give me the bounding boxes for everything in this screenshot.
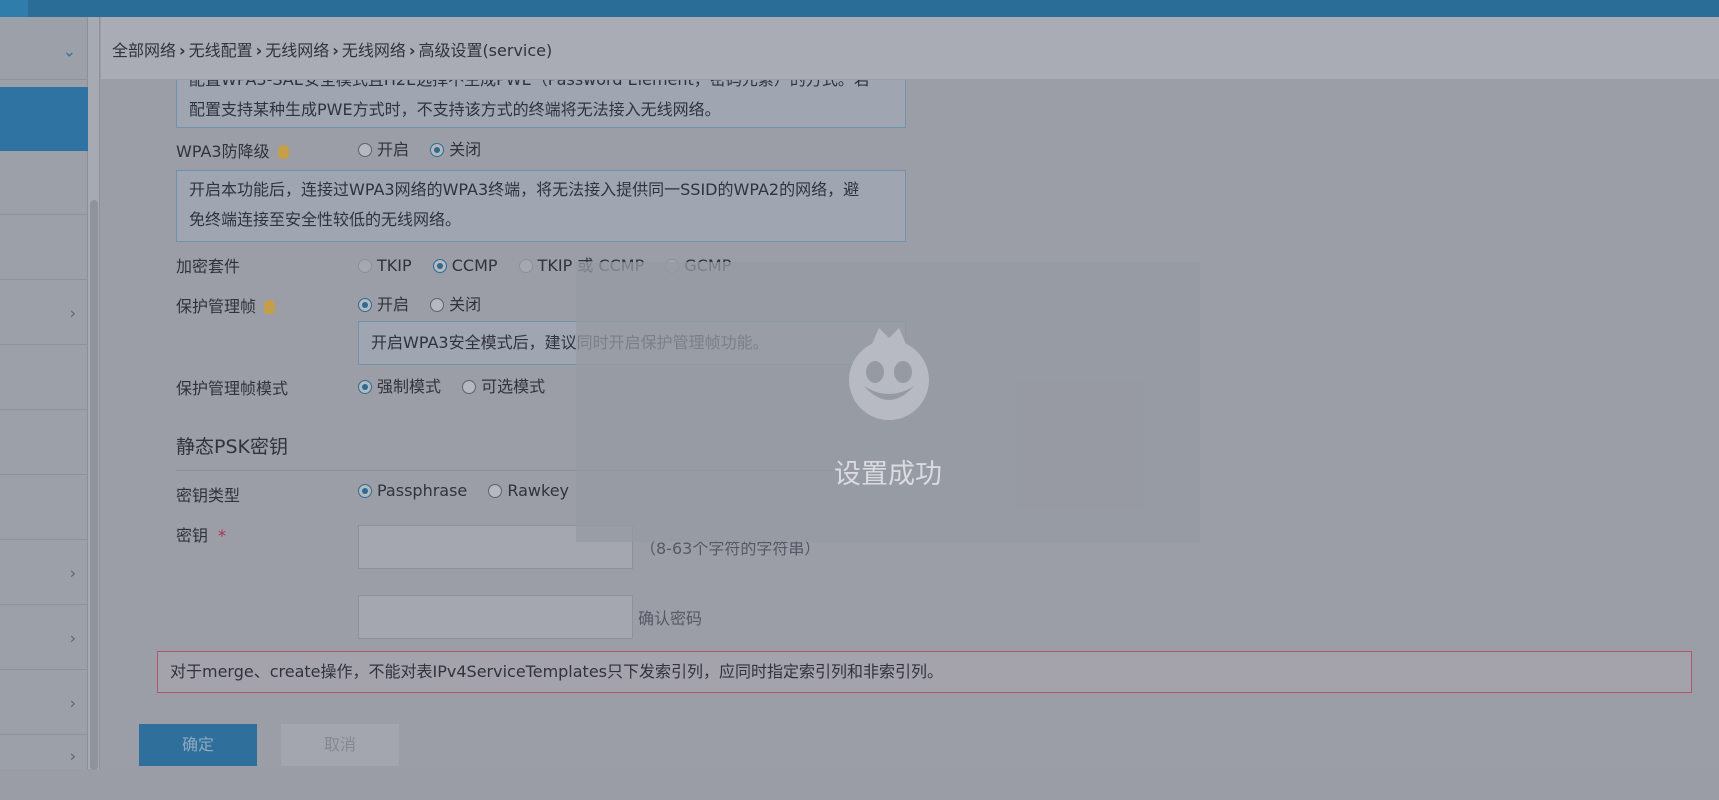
breadcrumb-item-current: 高级设置(service): [418, 41, 553, 60]
key-type-rawkey-radio[interactable]: Rawkey: [488, 481, 569, 500]
chevron-down-icon: ⌄: [62, 41, 76, 60]
wpa3-downgrade-on-radio[interactable]: 开启: [358, 136, 409, 160]
key-label: 密钥 *: [176, 522, 226, 546]
radio-label: 关闭: [449, 140, 482, 159]
chevron-right-icon: ›: [69, 628, 76, 647]
chevron-right-icon: ›: [69, 563, 76, 582]
chevron-right-icon: ›: [332, 41, 339, 60]
lightbulb-icon[interactable]: [264, 300, 276, 314]
sidebar-item-6[interactable]: [0, 411, 88, 475]
breadcrumb-item[interactable]: 无线网络: [342, 41, 406, 60]
error-message: 对于merge、create操作，不能对表IPv4ServiceTemplate…: [157, 651, 1692, 693]
pmf-label-text: 保护管理帧: [176, 297, 257, 316]
sidebar-item-0[interactable]: ⌄: [0, 22, 88, 80]
wpa3-note-line1: 开启本功能后，连接过WPA3网络的WPA3终端，将无法接入提供同一SSID的WP…: [189, 180, 860, 199]
sidebar-item-5[interactable]: [0, 346, 88, 410]
toast-message: 设置成功: [834, 459, 942, 490]
radio-label: Rawkey: [507, 481, 570, 500]
radio-label: 可选模式: [481, 377, 546, 396]
radio-label: Passphrase: [377, 481, 468, 500]
radio-label: 关闭: [449, 295, 482, 314]
success-toast: 设置成功: [576, 262, 1200, 542]
breadcrumb-bar: 全部网络 › 无线配置 › 无线网络 › 无线网络 › 高级设置(service): [101, 17, 1719, 80]
sidebar-scrollbar-thumb[interactable]: [90, 200, 98, 770]
radio-circle[interactable]: [430, 143, 445, 157]
chevron-right-icon: ›: [69, 693, 76, 712]
key-type-radios: Passphrase Rawkey: [358, 481, 585, 500]
sidebar-item-active[interactable]: [0, 87, 88, 151]
top-bar-logo: [0, 0, 28, 17]
sidebar-item-11[interactable]: ›: [0, 736, 88, 800]
radio-label: 开启: [377, 140, 410, 159]
lightbulb-icon[interactable]: [277, 145, 289, 159]
pmf-mode-optional-radio[interactable]: 可选模式: [462, 373, 545, 397]
cancel-button[interactable]: 取消: [281, 724, 399, 766]
sidebar-item-8[interactable]: ›: [0, 541, 88, 605]
chevron-right-icon: ›: [408, 41, 416, 60]
pmf-radios: 开启 关闭: [358, 291, 497, 315]
radio-circle[interactable]: [358, 380, 372, 394]
top-bar: [0, 0, 1719, 17]
wpa3-downgrade-label-text: WPA3防降级: [176, 142, 270, 161]
pmf-off-radio[interactable]: 关闭: [430, 291, 481, 315]
chevron-right-icon: ›: [255, 41, 263, 60]
wpa3-downgrade-off-radio[interactable]: 关闭: [430, 136, 481, 160]
cipher-ccmp-radio[interactable]: CCMP: [432, 256, 498, 275]
sidebar-item-7[interactable]: [0, 476, 88, 540]
key-type-passphrase-radio[interactable]: Passphrase: [358, 481, 467, 500]
wpa3-downgrade-radios: 开启 关闭: [358, 136, 497, 160]
chevron-right-icon: ›: [179, 41, 186, 60]
cipher-tkip-radio[interactable]: TKIP: [358, 256, 412, 275]
pmf-label: 保护管理帧: [176, 293, 276, 317]
radio-circle[interactable]: [432, 259, 447, 273]
breadcrumb-item[interactable]: 无线配置: [189, 41, 253, 60]
radio-circle[interactable]: [430, 298, 445, 312]
wpa3-downgrade-label: WPA3防降级: [176, 138, 289, 162]
chevron-right-icon: ›: [69, 746, 76, 766]
sidebar-scrollbar[interactable]: [88, 17, 100, 770]
psk-section-title: 静态PSK密钥: [176, 436, 288, 458]
confirm-key-input[interactable]: [358, 595, 633, 639]
pmf-mode-label: 保护管理帧模式: [176, 379, 289, 398]
breadcrumb-item[interactable]: 全部网络: [112, 41, 176, 60]
required-mark: *: [218, 526, 227, 545]
radio-label: TKIP: [377, 256, 412, 275]
pmf-mode-radios: 强制模式 可选模式: [358, 373, 561, 397]
sidebar-item-4[interactable]: ›: [0, 281, 88, 345]
breadcrumb-item[interactable]: 无线网络: [265, 41, 329, 60]
radio-circle[interactable]: [358, 143, 372, 157]
sidebar-item-2[interactable]: [0, 151, 88, 215]
pwe-note-line2: 配置支持某种生成PWE方式时，不支持该方式的终端将无法接入无线网络。: [189, 100, 721, 119]
radio-circle[interactable]: [488, 484, 503, 498]
pmf-on-radio[interactable]: 开启: [358, 291, 409, 315]
sidebar-item-3[interactable]: [0, 216, 88, 280]
chevron-right-icon: ›: [69, 303, 76, 322]
radio-circle[interactable]: [518, 259, 533, 273]
sidebar: ⌄ › › › › ›: [0, 17, 88, 769]
breadcrumb: 全部网络 › 无线配置 › 无线网络 › 无线网络 › 高级设置(service): [112, 37, 552, 61]
cipher-suite-label: 加密套件: [176, 257, 241, 276]
radio-circle[interactable]: [462, 380, 477, 394]
ok-button[interactable]: 确定: [139, 724, 257, 766]
radio-circle[interactable]: [358, 484, 372, 498]
key-label-text: 密钥: [176, 526, 209, 545]
sidebar-item-9[interactable]: ›: [0, 606, 88, 670]
pmf-mode-force-radio[interactable]: 强制模式: [358, 373, 441, 397]
wpa3-downgrade-note: 开启本功能后，连接过WPA3网络的WPA3终端，将无法接入提供同一SSID的WP…: [176, 170, 906, 242]
confirm-key-hint: 确认密码: [638, 609, 703, 628]
radio-circle[interactable]: [358, 298, 372, 312]
radio-circle[interactable]: [358, 259, 372, 273]
sidebar-item-10[interactable]: ›: [0, 671, 88, 735]
key-type-label: 密钥类型: [176, 486, 241, 505]
radio-label: 强制模式: [377, 377, 442, 396]
radio-label: 开启: [377, 295, 410, 314]
smiley-crown-icon: [849, 328, 929, 420]
wpa3-note-line2: 免终端连接至安全性较低的无线网络。: [189, 210, 462, 229]
radio-label: CCMP: [451, 256, 498, 275]
